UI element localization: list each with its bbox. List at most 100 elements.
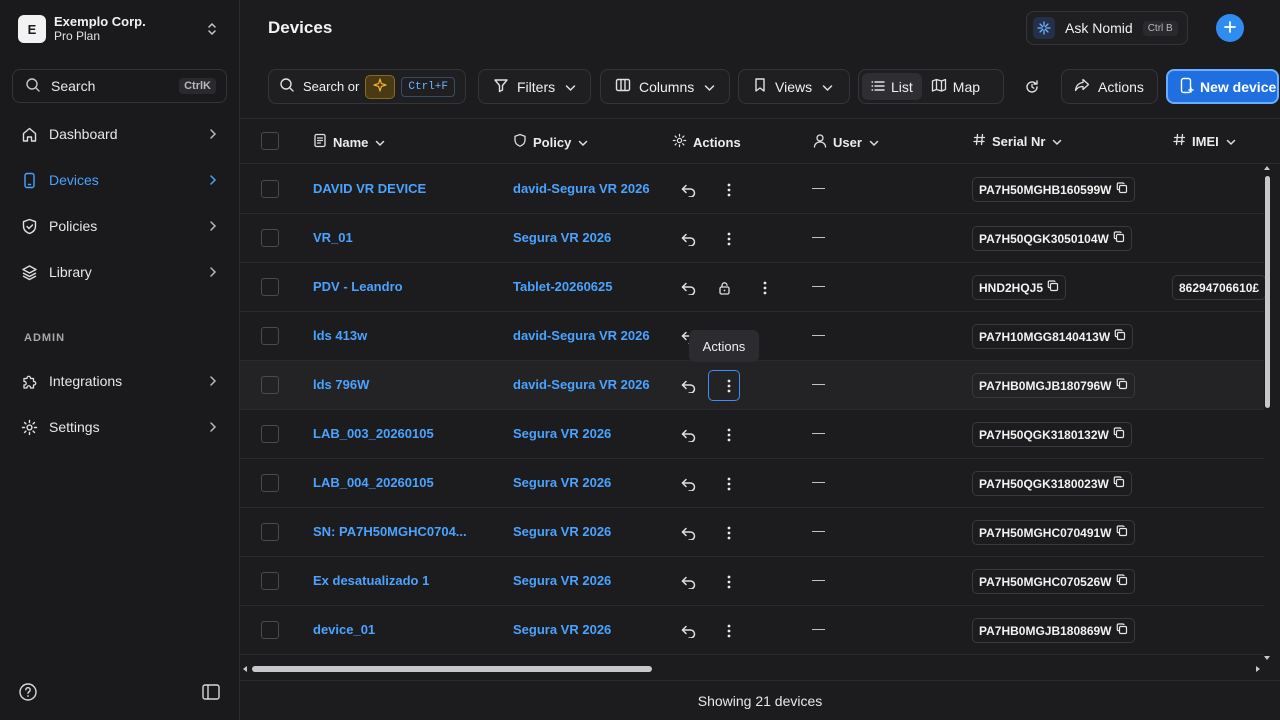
policy-link[interactable]: Tablet-20260625 bbox=[513, 279, 613, 294]
table-row[interactable]: VR_01 Segura VR 2026 — PA7H50QGK3050104W bbox=[240, 214, 1264, 263]
refresh-icon[interactable] bbox=[1024, 79, 1040, 98]
row-checkbox[interactable] bbox=[261, 621, 279, 639]
undo-icon[interactable] bbox=[679, 377, 697, 395]
lock-icon[interactable] bbox=[715, 279, 733, 297]
ai-search-button[interactable] bbox=[365, 74, 396, 99]
list-view-button[interactable]: List bbox=[862, 73, 922, 100]
row-checkbox[interactable] bbox=[261, 376, 279, 394]
table-row[interactable]: DAVID VR DEVICE david-Segura VR 2026 — PA7H… bbox=[240, 165, 1264, 214]
policy-link[interactable]: david-Segura VR 2026 bbox=[513, 377, 650, 392]
device-name-link[interactable]: DAVID VR DEVICE bbox=[313, 181, 426, 196]
column-header-serial[interactable]: Serial Nr bbox=[973, 133, 1062, 149]
actions-button[interactable]: Actions bbox=[1061, 69, 1158, 104]
sidebar-item-settings[interactable]: Settings bbox=[12, 409, 227, 445]
column-header-policy[interactable]: Policy bbox=[513, 133, 588, 151]
column-header-imei[interactable]: IMEI bbox=[1173, 133, 1236, 149]
undo-icon[interactable] bbox=[679, 279, 697, 297]
copy-icon[interactable] bbox=[1116, 182, 1128, 197]
device-name-link[interactable]: SN: PA7H50MGHC0704... bbox=[313, 524, 467, 539]
org-switcher[interactable]: E Exemplo Corp. Pro Plan bbox=[18, 13, 224, 45]
undo-icon[interactable] bbox=[679, 524, 697, 542]
sidebar-item-devices[interactable]: Devices bbox=[12, 162, 227, 198]
device-name-link[interactable]: LAB_004_20260105 bbox=[313, 475, 434, 490]
add-button[interactable] bbox=[1216, 14, 1244, 42]
table-row[interactable]: LAB_003_20260105 Segura VR 2026 — PA7H50QGK… bbox=[240, 410, 1264, 459]
more-vertical-icon[interactable] bbox=[720, 475, 738, 493]
column-header-user[interactable]: User bbox=[813, 133, 879, 151]
row-checkbox[interactable] bbox=[261, 180, 279, 198]
sidebar-search[interactable]: Search CtrlK bbox=[12, 69, 227, 103]
more-vertical-icon[interactable] bbox=[720, 573, 738, 591]
undo-icon[interactable] bbox=[679, 426, 697, 444]
row-checkbox[interactable] bbox=[261, 327, 279, 345]
copy-icon[interactable] bbox=[1113, 231, 1125, 246]
undo-icon[interactable] bbox=[679, 475, 697, 493]
table-row[interactable]: lds 796W david-Segura VR 2026 — PA7HB0MGJB1… bbox=[240, 361, 1264, 410]
more-vertical-icon[interactable] bbox=[720, 524, 738, 542]
more-vertical-icon[interactable] bbox=[720, 181, 738, 199]
copy-icon[interactable] bbox=[1047, 280, 1059, 295]
policy-link[interactable]: david-Segura VR 2026 bbox=[513, 328, 650, 343]
select-all-checkbox[interactable] bbox=[261, 132, 279, 150]
policy-link[interactable]: Segura VR 2026 bbox=[513, 230, 611, 245]
device-name-link[interactable]: Ex desatualizado 1 bbox=[313, 573, 429, 588]
row-checkbox[interactable] bbox=[261, 572, 279, 590]
undo-icon[interactable] bbox=[679, 573, 697, 591]
map-view-button[interactable]: Map bbox=[922, 73, 989, 100]
device-name-link[interactable]: VR_01 bbox=[313, 230, 353, 245]
columns-button[interactable]: Columns bbox=[600, 69, 730, 104]
row-checkbox[interactable] bbox=[261, 523, 279, 541]
undo-icon[interactable] bbox=[679, 622, 697, 640]
row-checkbox[interactable] bbox=[261, 425, 279, 443]
collapse-sidebar-icon[interactable] bbox=[201, 682, 221, 705]
sidebar-item-policies[interactable]: Policies bbox=[12, 208, 227, 244]
policy-link[interactable]: Segura VR 2026 bbox=[513, 622, 611, 637]
new-device-button[interactable]: New device bbox=[1166, 69, 1279, 104]
table-row[interactable]: SN: PA7H50MGHC0704... Segura VR 2026 — PA7H… bbox=[240, 508, 1264, 557]
device-search[interactable]: Search or Ctrl+F bbox=[268, 69, 466, 104]
row-checkbox[interactable] bbox=[261, 229, 279, 247]
undo-icon[interactable] bbox=[679, 181, 697, 199]
policy-link[interactable]: Segura VR 2026 bbox=[513, 475, 611, 490]
undo-icon[interactable] bbox=[679, 230, 697, 248]
table-row[interactable]: LAB_004_20260105 Segura VR 2026 — PA7H50QGK… bbox=[240, 459, 1264, 508]
row-checkbox[interactable] bbox=[261, 474, 279, 492]
vertical-scrollbar[interactable] bbox=[1262, 164, 1272, 664]
more-vertical-icon[interactable] bbox=[720, 230, 738, 248]
policy-link[interactable]: Segura VR 2026 bbox=[513, 573, 611, 588]
device-name-link[interactable]: PDV - Leandro bbox=[313, 279, 403, 294]
device-name-link[interactable]: lds 413w bbox=[313, 328, 367, 343]
help-icon[interactable] bbox=[18, 682, 38, 705]
vertical-scrollbar-thumb[interactable] bbox=[1265, 176, 1270, 408]
device-name-link[interactable]: LAB_003_20260105 bbox=[313, 426, 434, 441]
copy-icon[interactable] bbox=[1116, 378, 1128, 393]
horizontal-scrollbar-thumb[interactable] bbox=[252, 666, 652, 672]
row-checkbox[interactable] bbox=[261, 278, 279, 296]
more-vertical-icon[interactable] bbox=[720, 622, 738, 640]
policy-link[interactable]: david-Segura VR 2026 bbox=[513, 181, 650, 196]
table-row[interactable]: device_01 Segura VR 2026 — PA7HB0MGJB180869… bbox=[240, 606, 1264, 655]
copy-icon[interactable] bbox=[1116, 574, 1128, 589]
column-header-name[interactable]: Name bbox=[313, 133, 385, 151]
copy-icon[interactable] bbox=[1116, 623, 1128, 638]
table-row[interactable]: PDV - Leandro Tablet-20260625 — HND2HQJ5 862… bbox=[240, 263, 1267, 312]
more-vertical-icon[interactable] bbox=[720, 377, 738, 395]
copy-icon[interactable] bbox=[1113, 427, 1125, 442]
device-name-link[interactable]: device_01 bbox=[313, 622, 375, 637]
filters-button[interactable]: Filters bbox=[478, 69, 591, 104]
views-button[interactable]: Views bbox=[738, 69, 850, 104]
ask-assistant-button[interactable]: Ask Nomid Ctrl B bbox=[1026, 11, 1188, 45]
more-vertical-icon[interactable] bbox=[756, 279, 774, 297]
device-name-link[interactable]: lds 796W bbox=[313, 377, 369, 392]
sidebar-item-integrations[interactable]: Integrations bbox=[12, 363, 227, 399]
more-vertical-icon[interactable] bbox=[720, 426, 738, 444]
copy-icon[interactable] bbox=[1116, 525, 1128, 540]
copy-icon[interactable] bbox=[1114, 329, 1126, 344]
policy-link[interactable]: Segura VR 2026 bbox=[513, 426, 611, 441]
sidebar-item-library[interactable]: Library bbox=[12, 254, 227, 290]
table-row[interactable]: Ex desatualizado 1 Segura VR 2026 — PA7H50M… bbox=[240, 557, 1264, 606]
sidebar-item-dashboard[interactable]: Dashboard bbox=[12, 116, 227, 152]
horizontal-scrollbar[interactable] bbox=[240, 662, 1264, 674]
policy-link[interactable]: Segura VR 2026 bbox=[513, 524, 611, 539]
copy-icon[interactable] bbox=[1113, 476, 1125, 491]
